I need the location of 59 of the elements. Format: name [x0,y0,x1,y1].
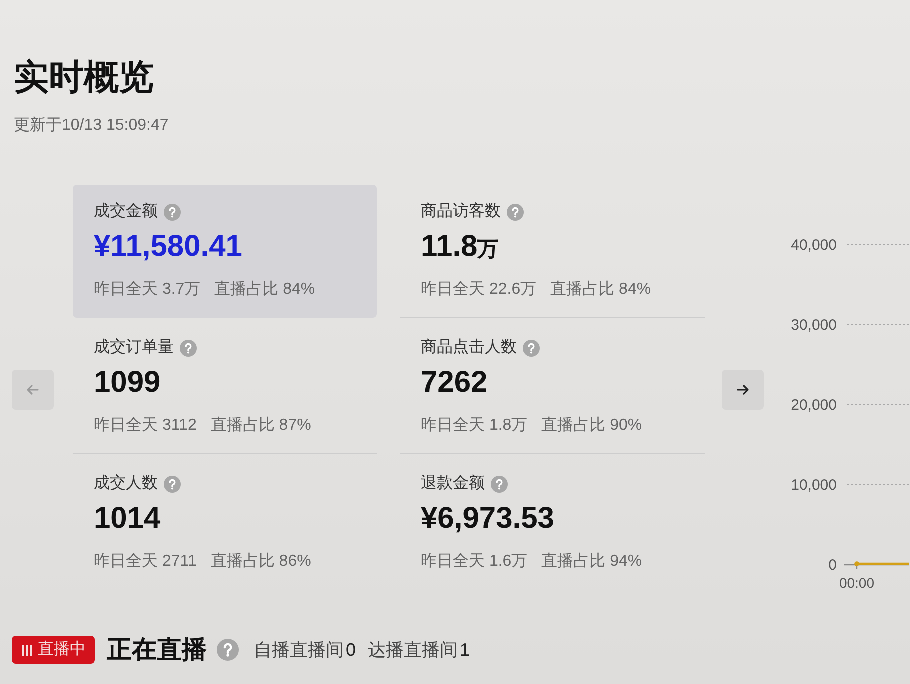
live-share: 直播占比 84% [214,280,316,300]
help-icon[interactable] [491,476,508,492]
x-axis-label: 00:00 [839,575,875,591]
metric-card[interactable]: 退款金额 ¥6,973.53 昨日全天 1.6万 直播占比 94% [400,457,705,590]
right-arrow-icon [735,382,751,398]
metric-value: ¥6,973.53 [421,502,554,536]
metric-card[interactable]: 成交金额 ¥11,580.41 昨日全天 3.7万 直播占比 84% [73,185,377,318]
help-icon[interactable] [180,340,197,356]
metric-card[interactable]: 成交人数 1014 昨日全天 2711 直播占比 86% [73,457,377,590]
room-count: 1 [460,639,470,661]
live-share: 直播占比 87% [210,416,312,436]
metric-value: 1099 [94,366,161,400]
live-share: 直播占比 94% [542,552,642,572]
y-axis-label: 0 [828,557,837,574]
live-share: 直播占比 84% [550,280,652,300]
help-icon[interactable] [217,639,239,661]
metric-card[interactable]: 商品访客数 11.8万 昨日全天 22.6万 直播占比 84% [400,185,705,318]
help-icon[interactable] [164,476,181,492]
live-status-text: 直播中 [38,640,86,660]
live-share: 直播占比 90% [542,416,642,436]
room-label: 自播直播间 [254,639,344,661]
live-title: 正在直播 [107,635,207,665]
metric-label: 成交订单量 [94,338,174,358]
line-continuation-drawing [857,562,909,566]
yesterday-total: 昨日全天 2711 [94,552,197,572]
yesterday-total: 昨日全天 22.6万 [421,280,537,300]
metric-label: 退款金额 [421,474,485,494]
y-axis-label: 20,000 [791,397,837,414]
help-icon[interactable] [523,340,540,356]
next-button[interactable] [722,370,764,410]
live-share: 直播占比 86% [210,552,312,572]
left-arrow-icon [25,382,41,398]
page-title: 实时概览 [14,57,154,99]
metric-value: 7262 [421,366,488,400]
yesterday-total: 昨日全天 3.7万 [94,280,201,300]
metric-label: 成交金额 [94,202,158,222]
metric-unit: 万 [478,237,499,263]
yesterday-total: 昨日全天 1.6万 [421,552,528,572]
metric-card[interactable]: 成交订单量 1099 昨日全天 3112 直播占比 87% [73,321,377,454]
metric-card[interactable]: 商品点击人数 7262 昨日全天 1.8万 直播占比 90% [400,321,705,454]
x-axis [844,564,909,569]
help-icon[interactable] [164,204,181,220]
metric-value: ¥11,580.41 [94,230,242,264]
metric-value: 11.8 [421,230,478,264]
y-axis-label: 40,000 [791,237,837,254]
room-count: 0 [346,639,356,661]
y-axis-label: 30,000 [791,317,837,334]
room-label: 达播直播间 [368,639,458,661]
bars-icon [22,644,32,656]
update-time: 更新于10/13 15:09:47 [14,116,169,136]
metric-label: 成交人数 [94,474,158,494]
y-axis-label: 10,000 [791,477,837,494]
help-icon[interactable] [507,204,524,220]
metric-label: 商品点击人数 [421,338,517,358]
data-point [854,562,860,566]
metric-label: 商品访客数 [421,202,501,222]
metric-value: 1014 [94,502,161,536]
yesterday-total: 昨日全天 1.8万 [421,416,528,436]
yesterday-total: 昨日全天 3112 [94,416,197,436]
